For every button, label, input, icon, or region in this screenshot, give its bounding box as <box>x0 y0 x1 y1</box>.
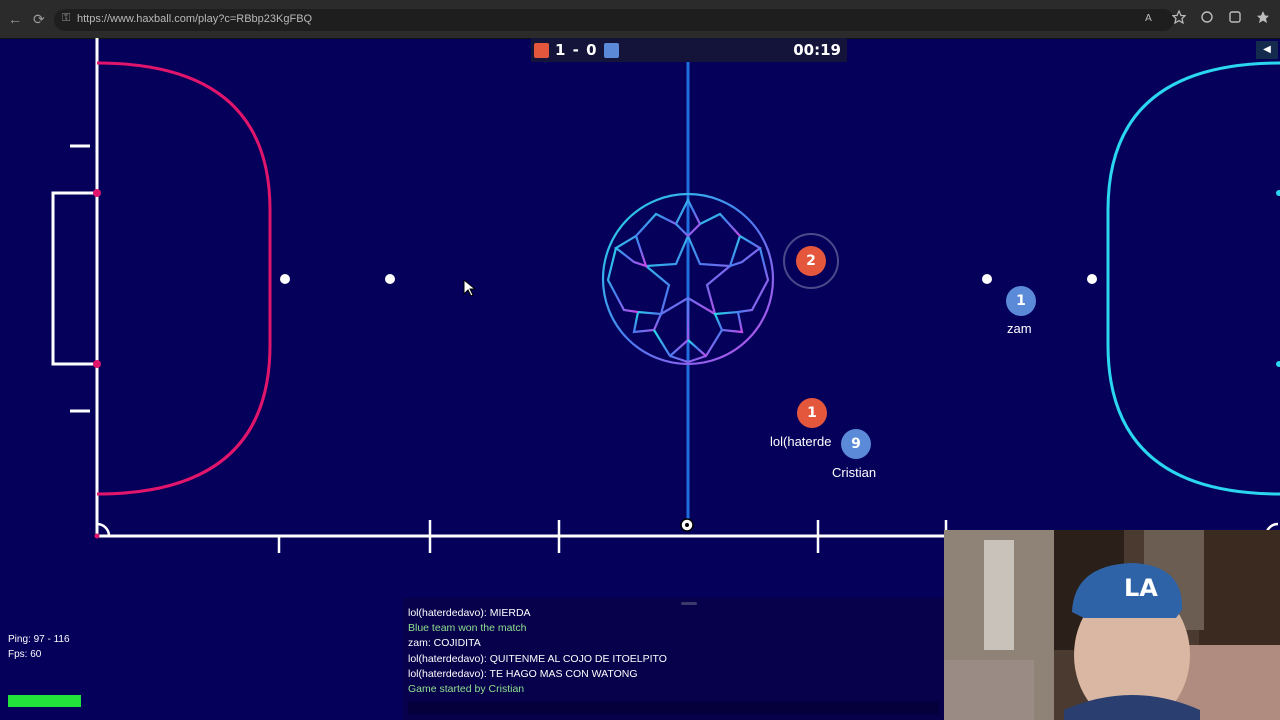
svg-text:A: A <box>1145 13 1152 24</box>
right-goal-post <box>1276 361 1280 367</box>
chat-panel: lol(haterdedavo): MIERDA Blue team won t… <box>403 598 944 720</box>
player-blue: 1 <box>1006 286 1036 316</box>
browser-toolbar: ← ⟳ ⚿ https://www.haxball.com/play?c=RBb… <box>0 0 1280 39</box>
chat-notice: Game started by Cristian <box>408 683 525 696</box>
corner-post <box>94 533 100 539</box>
favorites-icon[interactable] <box>1256 10 1270 27</box>
left-penalty-area <box>96 61 272 496</box>
red-score: 1 <box>555 41 567 59</box>
reload-icon[interactable]: ⟳ <box>33 11 45 27</box>
site-info-icon[interactable]: ⚿ <box>62 12 70 25</box>
chat-message: lol(haterdedavo): TE HAGO MAS CON WATONG <box>408 667 638 680</box>
ping-readout: Ping: 97 - 116 <box>8 634 70 645</box>
penalty-spot <box>280 274 290 284</box>
extensions-icon[interactable] <box>1228 10 1242 27</box>
penalty-spot <box>385 274 395 284</box>
chat-message: lol(haterdedavo): QUITENME AL COJO DE IT… <box>408 652 667 665</box>
chat-log: lol(haterdedavo): MIERDA Blue team won t… <box>408 606 667 697</box>
refresh-icon[interactable] <box>1200 10 1214 27</box>
chat-message: zam: COJIDITA <box>408 637 481 650</box>
fps-graph <box>8 695 81 707</box>
player-name: Cristian <box>832 465 877 480</box>
blue-team-icon <box>603 42 619 58</box>
score-display: 1 - 0 <box>555 41 598 59</box>
address-bar[interactable]: ⚿ https://www.haxball.com/play?c=RBbp23K… <box>54 9 1174 31</box>
score-separator: - <box>572 41 580 59</box>
collapse-panel-icon[interactable]: ◀ <box>1256 41 1278 59</box>
network-stats: Ping: 97 - 116 Fps: 60 <box>8 632 70 662</box>
webcam-image: LA <box>944 530 1280 720</box>
chat-input[interactable] <box>408 702 939 714</box>
left-goal-post <box>93 189 101 197</box>
scoreboard: 1 - 0 00:19 <box>531 38 847 62</box>
red-team-icon <box>534 42 549 58</box>
left-goal-post <box>93 360 101 368</box>
right-penalty-area <box>1106 61 1280 496</box>
back-icon[interactable]: ← <box>8 11 22 27</box>
bookmark-star-icon[interactable] <box>1171 9 1187 27</box>
chat-message: lol(haterdedavo): MIERDA <box>408 607 531 619</box>
blue-score: 0 <box>586 41 598 59</box>
left-goal <box>51 191 97 366</box>
chat-notice: Blue team won the match <box>408 622 527 635</box>
corner-arc <box>96 522 111 537</box>
penalty-spot <box>982 274 992 284</box>
fps-readout: Fps: 60 <box>8 649 42 660</box>
right-goal-post <box>1276 190 1280 196</box>
translate-icon[interactable]: A <box>1144 10 1158 27</box>
url-text[interactable]: https://www.haxball.com/play?c=RBbp23KgF… <box>77 13 312 25</box>
webcam-overlay: LA <box>944 530 1280 720</box>
player-blue: 9 <box>841 429 871 459</box>
penalty-spot <box>1087 274 1097 284</box>
player-red: 2 <box>796 246 826 276</box>
player-name: lol(haterde <box>770 434 832 449</box>
match-timer: 00:19 <box>793 41 841 59</box>
svg-text:LA: LA <box>1124 574 1158 602</box>
player-name: zam <box>1007 321 1032 336</box>
mouse-cursor-icon <box>463 278 477 297</box>
player-red: 1 <box>797 398 827 428</box>
chat-resize-handle[interactable] <box>681 602 697 605</box>
